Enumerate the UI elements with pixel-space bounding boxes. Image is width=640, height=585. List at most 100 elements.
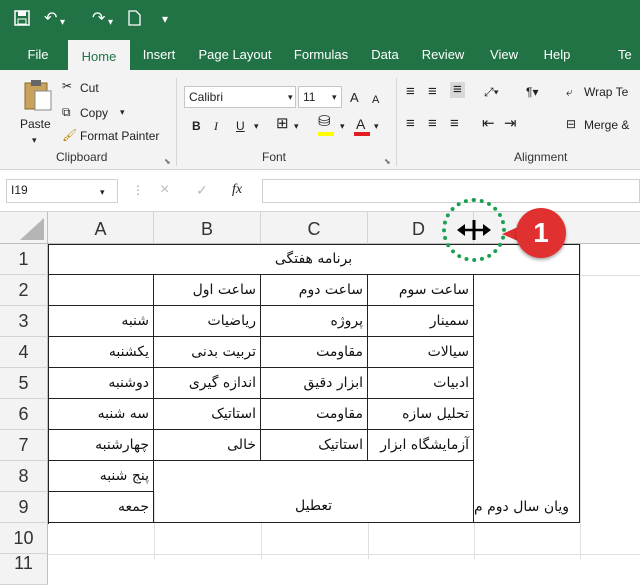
cell-d7[interactable]: آزمایشگاه ابزار xyxy=(368,430,474,461)
cell-b5[interactable]: اندازه گیری xyxy=(154,368,261,399)
cell-b7[interactable]: خالی xyxy=(154,430,261,461)
redo-icon[interactable]: ↷ xyxy=(92,10,105,28)
cell-a5[interactable]: دوشنبه xyxy=(48,368,154,399)
align-bottom-icon[interactable]: ≡ xyxy=(450,82,465,98)
rtl-direction-icon[interactable]: ¶▾ xyxy=(526,84,538,100)
fill-color-icon[interactable]: ⛁ xyxy=(318,114,331,130)
cell-a9[interactable]: جمعه xyxy=(48,492,154,523)
cell-c7[interactable]: استاتیک xyxy=(261,430,368,461)
row-header-7[interactable]: 7 xyxy=(0,430,48,461)
align-top-icon[interactable]: ≡ xyxy=(406,84,415,100)
decrease-indent-icon[interactable]: ⇤ xyxy=(482,116,495,132)
cell-d4[interactable]: سیالات xyxy=(368,337,474,368)
tab-insert[interactable]: Insert xyxy=(136,40,182,70)
insert-function-icon[interactable]: fx xyxy=(232,182,242,198)
save-icon[interactable] xyxy=(14,10,30,31)
align-right-icon[interactable]: ≡ xyxy=(450,116,459,132)
tab-data[interactable]: Data xyxy=(366,40,404,70)
tab-file[interactable]: File xyxy=(18,40,58,70)
resize-column-cursor-icon[interactable] xyxy=(456,218,492,242)
undo-dropdown-icon[interactable]: ▾ xyxy=(60,14,65,32)
shrink-font-button[interactable]: A xyxy=(372,92,379,108)
orientation-icon[interactable]: ⤢▾ xyxy=(484,84,499,100)
copy-dropdown-icon[interactable]: ▾ xyxy=(120,104,125,120)
cancel-icon[interactable]: × xyxy=(160,182,169,198)
cell-c3[interactable]: پروژه xyxy=(261,306,368,337)
font-launcher-icon[interactable]: ⬊ xyxy=(384,154,391,170)
cell-c6[interactable]: مقاومت xyxy=(261,399,368,430)
increase-indent-icon[interactable]: ⇥ xyxy=(504,116,517,132)
paste-dropdown-icon[interactable]: ▾ xyxy=(32,132,37,148)
cell-b8-d9-merged[interactable]: تعطیل xyxy=(154,461,474,523)
merge-icon[interactable]: ⊟ xyxy=(566,116,576,132)
cell-d2[interactable]: ساعت سوم xyxy=(368,275,474,306)
cell-a3[interactable]: شنبه xyxy=(48,306,154,337)
align-middle-icon[interactable]: ≡ xyxy=(428,84,437,100)
merge-center-button[interactable]: Merge & xyxy=(584,117,629,133)
column-header-b[interactable]: B xyxy=(154,212,261,244)
cell-a7[interactable]: چهارشنبه xyxy=(48,430,154,461)
cell-a4[interactable]: یکشنبه xyxy=(48,337,154,368)
wrap-text-button[interactable]: Wrap Te xyxy=(584,84,628,100)
underline-dropdown-icon[interactable]: ▾ xyxy=(254,118,259,134)
column-header-a[interactable]: A xyxy=(48,212,154,244)
paste-icon[interactable] xyxy=(22,78,54,112)
new-document-icon[interactable] xyxy=(128,10,141,31)
row-header-4[interactable]: 4 xyxy=(0,337,48,368)
tab-view[interactable]: View xyxy=(484,40,524,70)
cell-c4[interactable]: مقاومت xyxy=(261,337,368,368)
cell-b4[interactable]: تربیت بدنی xyxy=(154,337,261,368)
redo-dropdown-icon[interactable]: ▾ xyxy=(108,14,113,32)
italic-button[interactable]: I xyxy=(214,118,218,134)
cell-c2[interactable]: ساعت دوم xyxy=(261,275,368,306)
undo-icon[interactable]: ↶ xyxy=(44,10,57,28)
name-box-dropdown-icon[interactable]: ▾ xyxy=(100,184,105,200)
cut-button[interactable]: Cut xyxy=(80,80,99,96)
grow-font-button[interactable]: A xyxy=(350,90,359,106)
row-header-9[interactable]: 9 xyxy=(0,492,48,523)
font-color-dropdown-icon[interactable]: ▾ xyxy=(374,118,379,134)
cell-e2-e9-merged[interactable]: ویان سال دوم م xyxy=(474,275,580,523)
font-name-input[interactable]: Calibri xyxy=(184,86,296,108)
cell-title[interactable]: برنامه هفتگی xyxy=(48,244,580,275)
font-color-button[interactable]: A xyxy=(356,116,365,132)
cell-c5[interactable]: ابزار دقیق xyxy=(261,368,368,399)
row-header-8[interactable]: 8 xyxy=(0,461,48,492)
cell-a6[interactable]: سه شنبه xyxy=(48,399,154,430)
cell-a2[interactable] xyxy=(48,275,154,306)
row-header-6[interactable]: 6 xyxy=(0,399,48,430)
borders-dropdown-icon[interactable]: ▾ xyxy=(294,118,299,134)
align-center-icon[interactable]: ≡ xyxy=(428,116,437,132)
tab-review[interactable]: Review xyxy=(418,40,468,70)
underline-button[interactable]: U xyxy=(236,118,245,134)
row-header-10[interactable]: 10 xyxy=(0,523,48,554)
worksheet[interactable]: A B C D 1 2 3 4 5 6 7 8 9 10 11 برنامه ه… xyxy=(0,212,640,585)
tab-home[interactable]: Home xyxy=(68,40,130,70)
tab-tell-me[interactable]: Te xyxy=(618,40,640,70)
cell-b3[interactable]: ریاضیات xyxy=(154,306,261,337)
customize-icon[interactable]: ▾ xyxy=(162,10,168,28)
formula-input[interactable] xyxy=(262,179,640,203)
row-header-5[interactable]: 5 xyxy=(0,368,48,399)
font-size-dropdown-icon[interactable]: ▾ xyxy=(332,89,337,105)
cell-b2[interactable]: ساعت اول xyxy=(154,275,261,306)
cell-d5[interactable]: ادبیات xyxy=(368,368,474,399)
row-header-2[interactable]: 2 xyxy=(0,275,48,306)
enter-icon[interactable]: ✓ xyxy=(196,182,208,198)
wrap-text-icon[interactable]: ⤶ xyxy=(566,84,573,100)
fill-dropdown-icon[interactable]: ▾ xyxy=(340,118,345,134)
row-header-3[interactable]: 3 xyxy=(0,306,48,337)
borders-icon[interactable]: ⊞ xyxy=(276,116,289,132)
cell-d6[interactable]: تحلیل سازه xyxy=(368,399,474,430)
tab-help[interactable]: Help xyxy=(538,40,576,70)
font-name-dropdown-icon[interactable]: ▾ xyxy=(288,89,293,105)
row-header-1[interactable]: 1 xyxy=(0,244,48,275)
align-left-icon[interactable]: ≡ xyxy=(406,116,415,132)
bold-button[interactable]: B xyxy=(192,118,201,134)
tab-page-layout[interactable]: Page Layout xyxy=(194,40,276,70)
tab-formulas[interactable]: Formulas xyxy=(290,40,352,70)
select-all-button[interactable] xyxy=(0,212,48,244)
paste-button[interactable]: Paste xyxy=(20,116,51,132)
column-header-c[interactable]: C xyxy=(261,212,368,244)
cell-b6[interactable]: استاتیک xyxy=(154,399,261,430)
